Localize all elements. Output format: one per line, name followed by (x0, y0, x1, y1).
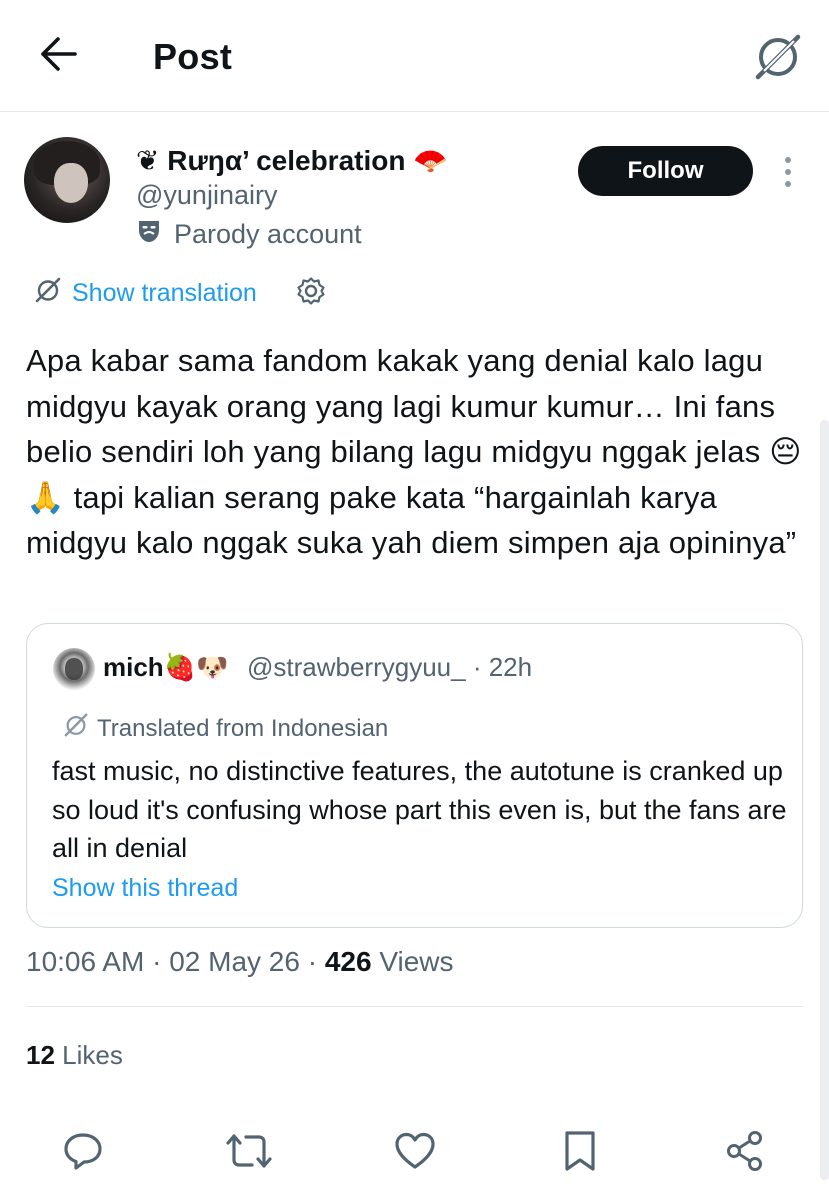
translate-icon (34, 276, 62, 311)
quoted-post-text: fast music, no distinctive features, the… (52, 756, 787, 863)
separator-dot: · (307, 946, 325, 977)
translated-label: Translated from Indonesian (97, 714, 389, 742)
follow-button[interactable]: Follow (578, 146, 753, 196)
reply-icon[interactable] (60, 1128, 106, 1174)
gear-icon[interactable] (296, 276, 326, 306)
views-count: 426 (324, 946, 372, 977)
author-name[interactable]: ❦ Rưŋα’ celebration 🪭 (136, 144, 448, 177)
like-icon[interactable] (392, 1128, 438, 1174)
top-bar: Post (0, 0, 829, 112)
share-icon[interactable] (722, 1128, 768, 1174)
action-bar (0, 1128, 829, 1178)
page-title: Post (153, 36, 233, 77)
author-avatar[interactable] (24, 137, 110, 223)
post-meta: 10:06 AM · 02 May 26 · 426 Views (26, 946, 454, 978)
translate-icon (63, 712, 89, 745)
post-text: Apa kabar sama fandom kakak yang denial … (26, 343, 802, 560)
grok-icon[interactable] (752, 30, 804, 82)
quoted-author-avatar[interactable] (53, 648, 95, 690)
parody-text: Parody account (174, 219, 362, 249)
quoted-author-handle: @strawberrygyuu_ (247, 652, 466, 682)
post-time[interactable]: 10:06 AM (26, 946, 144, 977)
bookmark-icon[interactable] (557, 1128, 603, 1174)
likes-label: Likes (62, 1040, 123, 1070)
show-translation-label: Show translation (72, 279, 257, 307)
parody-label: Parody account (136, 218, 362, 251)
quoted-post-age: 22h (488, 652, 533, 682)
quoted-author-handle-time: @strawberrygyuu_ · 22h (247, 652, 532, 683)
likes-summary[interactable]: 12 Likes (26, 1040, 123, 1071)
back-arrow-icon[interactable] (36, 34, 80, 74)
separator-dot: · (152, 946, 170, 977)
separator-dot: · (472, 652, 489, 682)
parody-mask-icon (136, 218, 162, 251)
repost-icon[interactable] (226, 1128, 272, 1174)
quoted-author-name[interactable]: mich🍓🐶 (103, 652, 228, 683)
translated-notice: Translated from Indonesian (63, 712, 388, 745)
scrollbar[interactable] (820, 420, 829, 1180)
likes-count: 12 (26, 1040, 55, 1070)
divider (26, 1006, 803, 1007)
show-translation-link[interactable]: Show translation (34, 276, 257, 311)
views-label: Views (379, 946, 454, 977)
post-date[interactable]: 02 May 26 (169, 946, 300, 977)
quoted-post[interactable]: mich🍓🐶 @strawberrygyuu_ · 22h Translated… (26, 623, 803, 928)
show-thread-link[interactable]: Show this thread (52, 874, 238, 903)
more-icon[interactable] (774, 152, 802, 192)
author-handle[interactable]: @yunjinairy (136, 180, 277, 211)
